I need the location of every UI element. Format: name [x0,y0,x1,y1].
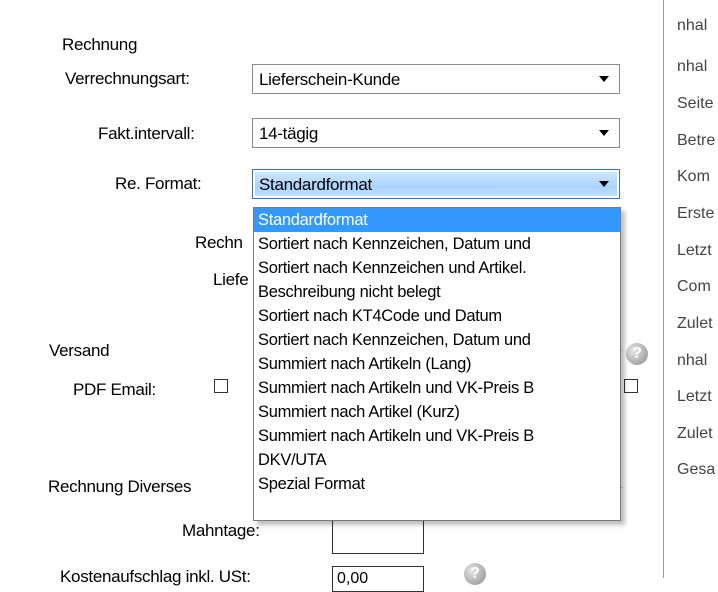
kostenaufschlag-label: Kostenaufschlag inkl. USt: [60,567,251,586]
re-format-option-selected[interactable]: Standardformat [254,208,620,232]
right-pane-item: Letzt [677,242,712,259]
re-format-dropdown[interactable]: Standardformat Sortiert nach Kennzeichen,… [253,207,621,521]
help-icon[interactable]: ? [464,563,486,585]
section-title-rechnung: Rechnung [62,35,138,54]
re-format-option[interactable]: Summiert nach Artikeln und VK-Preis B [254,424,620,448]
kostenaufschlag-input[interactable]: 0,00 [332,566,424,592]
help-icon[interactable]: ? [626,343,648,365]
rechnung-label-partial: Rechn [195,233,243,252]
fakt-intervall-value: 14-tägig [259,124,319,143]
re-format-option[interactable]: Summiert nach Artikeln (Lang) [254,352,620,376]
right-pane-item: Com [677,278,711,295]
right-pane-item: Zulet [677,425,713,442]
re-format-option[interactable]: Sortiert nach KT4Code und Datum [254,304,620,328]
right-pane-item: nhal [677,17,708,34]
fakt-intervall-select[interactable]: 14-tägig [252,118,620,148]
chevron-down-icon[interactable] [599,181,609,187]
right-pane-item: nhal [677,58,708,75]
second-checkbox[interactable] [624,379,638,393]
right-pane-item: Zulet [677,315,713,332]
mahntage-label: Mahntage: [182,521,260,540]
fakt-intervall-label: Fakt.intervall: [98,124,195,143]
mahntage-input[interactable] [332,518,424,554]
verrechnungsart-value: Lieferschein-Kunde [259,70,401,89]
re-format-label: Re. Format: [115,174,202,193]
re-format-select[interactable]: Standardformat [252,169,620,199]
re-format-value: Standardformat [259,175,372,194]
verrechnungsart-label: Verrechnungsart: [65,69,190,88]
section-title-versand: Versand [49,341,110,360]
re-format-option[interactable]: Summiert nach Artikeln und VK-Preis B [254,376,620,400]
right-pane-item: Betre [677,132,716,149]
re-format-option[interactable]: Beschreibung nicht belegt [254,280,620,304]
re-format-option[interactable]: Summiert nach Artikel (Kurz) [254,400,620,424]
pane-divider [663,0,664,578]
right-pane-item: nhal [677,352,708,369]
right-pane-item: Erste [677,205,715,222]
pdf-email-label: PDF Email: [73,380,156,399]
re-format-option[interactable]: Sortiert nach Kennzeichen, Datum und [254,232,620,256]
re-format-option[interactable]: Spezial Format [254,472,620,496]
verrechnungsart-select[interactable]: Lieferschein-Kunde [252,64,620,94]
right-pane-item: Gesa [677,461,716,478]
section-title-rechnung-diverses: Rechnung Diverses [48,477,192,496]
re-format-option[interactable]: DKV/UTA [254,448,620,472]
lieferschein-label-partial: Liefe [213,270,249,289]
chevron-down-icon[interactable] [599,130,609,136]
re-format-option[interactable]: Sortiert nach Kennzeichen und Artikel. [254,256,620,280]
right-pane-item: Seite [677,95,714,112]
re-format-option-list: Standardformat Sortiert nach Kennzeichen,… [254,208,620,496]
chevron-down-icon[interactable] [599,76,609,82]
right-pane-item: Letzt [677,388,712,405]
right-pane-item: Kom [677,168,710,185]
re-format-option[interactable]: Sortiert nach Kennzeichen, Datum und [254,328,620,352]
pdf-email-checkbox[interactable] [214,379,228,393]
